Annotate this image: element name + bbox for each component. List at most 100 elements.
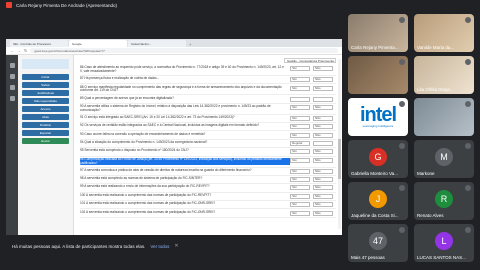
question-text: 86 Caso de atendimento ao requerido pode…: [80, 65, 284, 73]
answer-select[interactable]: Sim: [290, 66, 310, 72]
answer-select[interactable]: Não: [313, 77, 333, 83]
question-text: 100 A serventia está realizando o cumpri…: [80, 192, 212, 197]
answer-select[interactable]: Não: [313, 168, 333, 174]
answer-select[interactable]: Não: [313, 66, 333, 72]
app-logo: [22, 59, 69, 69]
question-row: 91 O serviço está integrado ao SAEC-SREI…: [80, 115, 336, 124]
question-text: 90 A serventia utiliza o sistema de Regi…: [80, 103, 271, 112]
mic-off-icon: [465, 101, 471, 107]
action-button[interactable]: Anexos: [22, 106, 69, 112]
answer-select[interactable]: Sim: [290, 115, 310, 121]
mic-off-icon: [465, 59, 471, 65]
answer-select[interactable]: Sim: [290, 149, 310, 155]
answer-select[interactable]: Não: [313, 124, 333, 130]
answer-select[interactable]: Sim: [290, 210, 310, 216]
action-button[interactable]: Exportar: [22, 130, 69, 136]
answer-select[interactable]: Sim: [290, 104, 310, 110]
questions-list: 86 Caso de atendimento ao requerido pode…: [80, 65, 336, 218]
answer-select[interactable]: Sim: [290, 77, 310, 83]
participant-tile[interactable]: [414, 98, 474, 136]
answer-select[interactable]: Sim: [290, 157, 310, 163]
participant-name: Mais 47 pessoas: [351, 255, 385, 260]
participant-tile[interactable]: 47 Mais 47 pessoas: [348, 224, 408, 262]
action-button[interactable]: Abas: [22, 114, 69, 120]
back-icon[interactable]: ←: [10, 48, 14, 53]
answer-select[interactable]: Não: [313, 149, 333, 155]
answer-select[interactable]: Sim: [290, 185, 310, 191]
settings-icon[interactable]: [9, 96, 15, 101]
question-row: 89 Qual a percentagem de acervo que já s…: [80, 95, 336, 104]
participant-tile[interactable]: Lila Ofélia Diogo...: [414, 56, 474, 94]
url-field[interactable]: gpsd.inep.gov.br/formularioview/view?idP…: [30, 48, 338, 53]
menu-icon[interactable]: [9, 63, 15, 68]
answer-select[interactable]: Sim: [290, 202, 310, 208]
mic-off-icon: [465, 143, 471, 149]
browser-tab[interactable]: Google: [69, 40, 127, 47]
answer-select[interactable]: Não: [313, 132, 333, 138]
answer-select[interactable]: Não: [313, 104, 333, 110]
action-button[interactable]: Iniciar: [22, 74, 69, 80]
reload-icon[interactable]: ↻: [24, 48, 27, 53]
action-button[interactable]: Enviar: [22, 138, 69, 144]
answer-select[interactable]: Sim: [290, 193, 310, 199]
answer-select[interactable]: Não: [313, 177, 333, 183]
meet-top-bar: Carla Rejany Pimenta De Andrade (Apresen…: [0, 0, 480, 10]
action-button[interactable]: Salvar: [22, 82, 69, 88]
answer-group: [290, 96, 336, 102]
answer-select[interactable]: Sim: [290, 168, 310, 174]
mic-off-icon: [399, 143, 405, 149]
answer-select[interactable]: Sim: [290, 177, 310, 183]
participant-tile[interactable]: Vanilde Maria da...: [414, 14, 474, 52]
action-panel: Iniciar Salvar Justificativas Não respondid…: [18, 55, 74, 235]
participant-tile[interactable]: [348, 56, 408, 94]
answer-select[interactable]: Não: [313, 202, 333, 208]
answer-select[interactable]: Não: [313, 185, 333, 191]
answer-select[interactable]: [290, 96, 310, 102]
notice-text: Há muitas pessoas aqui. A lista de parti…: [12, 243, 146, 249]
scrollbar-thumb[interactable]: [338, 139, 341, 179]
content-scrollbar[interactable]: [338, 59, 341, 229]
participant-tile[interactable]: J Jaqueline da Costa Si...: [348, 182, 408, 220]
see-all-link[interactable]: Ver todos: [150, 244, 169, 249]
answer-select[interactable]: [313, 140, 333, 146]
question-text: 95 Serventia está cumprindo o disposto n…: [80, 148, 189, 153]
answer-select[interactable]: Sim: [290, 124, 310, 130]
participant-tile[interactable]: R Renato Alves: [414, 182, 474, 220]
answer-select[interactable]: Regular: [290, 140, 310, 146]
answer-select[interactable]: Não: [313, 193, 333, 199]
answer-select[interactable]: Sim: [290, 132, 310, 138]
answer-select[interactable]: Não: [313, 85, 333, 91]
form-app: Iniciar Salvar Justificativas Não respondid…: [6, 55, 342, 235]
participant-tile[interactable]: Carla Rejany Pimenta...: [348, 14, 408, 52]
answer-select[interactable]: Não: [313, 115, 333, 121]
answer-select[interactable]: Não: [313, 210, 333, 216]
participant-tile[interactable]: M Markone: [414, 140, 474, 178]
browser-tab[interactable]: Caixa Nacion...: [128, 40, 186, 47]
action-button[interactable]: Justificativas: [22, 90, 69, 96]
form-icon[interactable]: [9, 85, 15, 90]
participant-name: LUCAS SANTOS NAS...: [417, 255, 466, 260]
mic-off-icon: [399, 59, 405, 65]
participant-tile[interactable]: G Gabriella Monteiro Va...: [348, 140, 408, 178]
answer-select[interactable]: [313, 96, 333, 102]
question-text: 87 Há presença física e realização de co…: [80, 76, 160, 81]
meet-window: Carla Rejany Pimenta De Andrade (Apresen…: [0, 0, 480, 270]
home-icon[interactable]: [9, 74, 15, 79]
question-row: 99 A serventia está realizando o envio d…: [80, 184, 336, 193]
browser-tab[interactable]: SEI - Controle de Processos: [10, 40, 68, 47]
answer-group: Sim Não: [290, 149, 336, 155]
browser-tab-bar: SEI - Controle de Processos Google Caixa…: [6, 39, 342, 47]
answer-select[interactable]: Sim: [290, 85, 310, 91]
participant-tile[interactable]: intel Leveraging Intelligence: [348, 98, 408, 136]
forward-icon[interactable]: →: [17, 48, 21, 53]
close-icon[interactable]: ✕: [174, 243, 178, 249]
mic-off-icon: [399, 185, 405, 191]
action-button[interactable]: Não respondidas: [22, 98, 69, 104]
new-tab-icon[interactable]: +: [187, 42, 191, 47]
participant-tile[interactable]: L LUCAS SANTOS NAS...: [414, 224, 474, 262]
answer-select[interactable]: Não: [313, 157, 333, 163]
question-row: 100 A serventia está realizando o cumpri…: [80, 193, 336, 201]
filter-select[interactable]: Gestão - Competência Promovente...: [284, 58, 336, 63]
action-button[interactable]: Finalizar: [22, 122, 69, 128]
answer-group: Sim Não: [290, 85, 336, 91]
